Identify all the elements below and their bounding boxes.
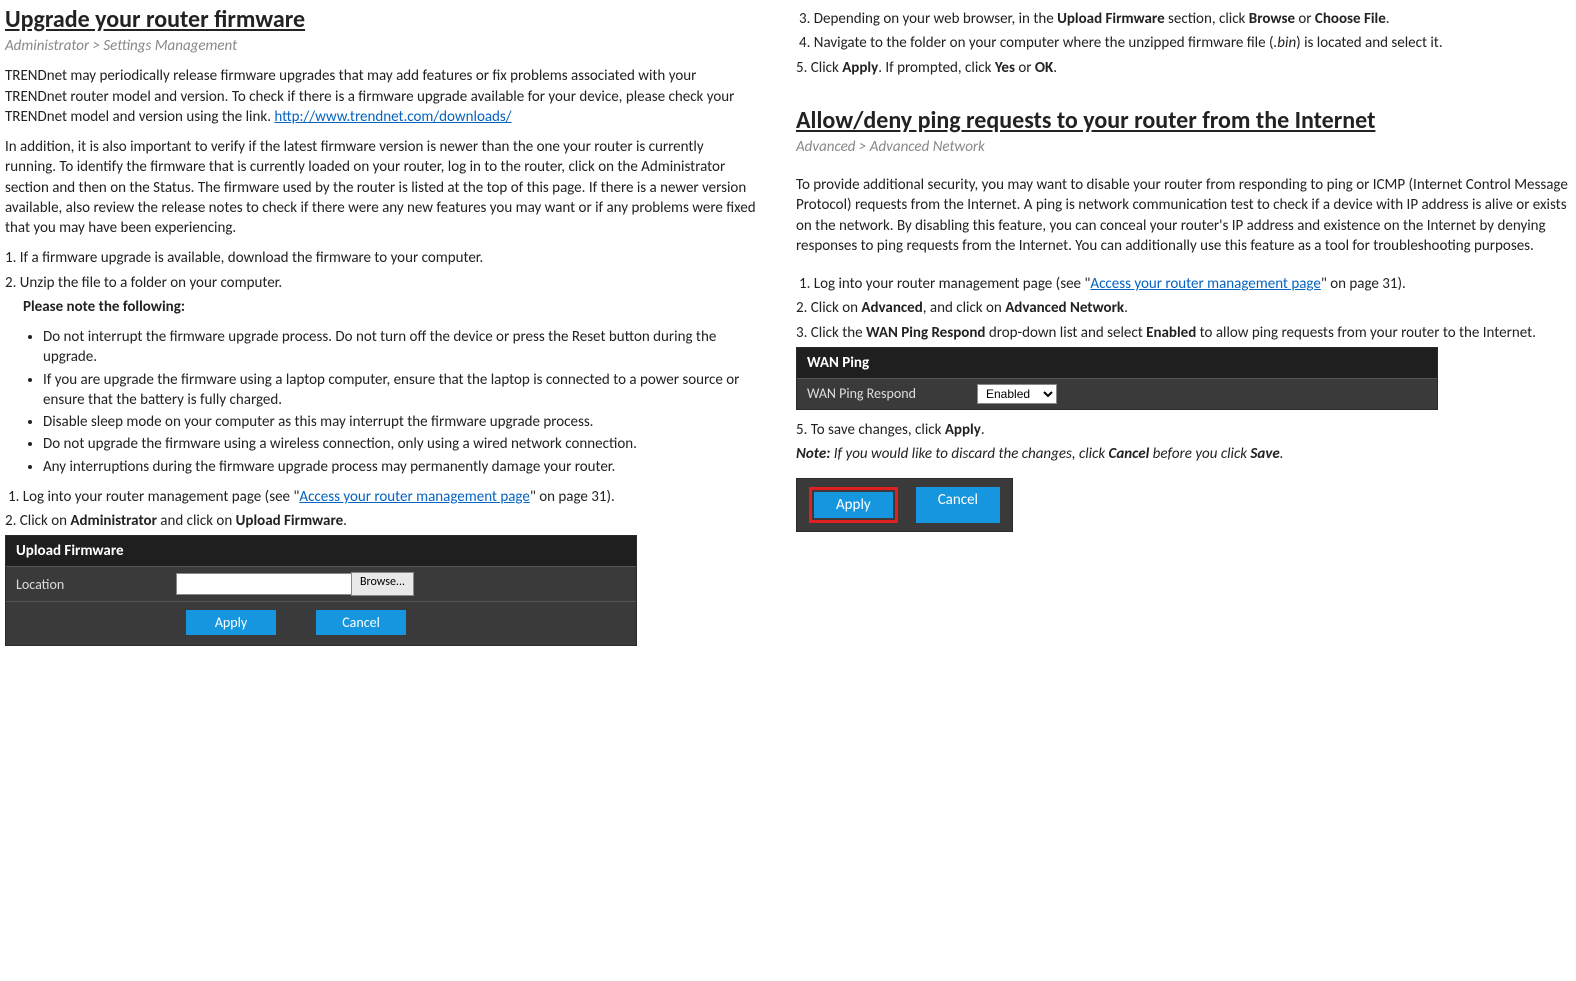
access-page-link[interactable]: Access your router management page xyxy=(299,488,529,506)
apply-button[interactable]: Apply xyxy=(186,610,276,635)
upload-firmware-panel: Upload Firmware Location Browse... Apply… xyxy=(5,535,637,646)
note-bullet: If you are upgrade the firmware using a … xyxy=(43,370,758,411)
browse-button[interactable]: Browse... xyxy=(351,572,414,596)
location-row: Location Browse... xyxy=(6,566,636,601)
panel-title: Upload Firmware xyxy=(6,536,636,566)
left-column: Upgrade your router firmware Administrat… xyxy=(0,0,788,666)
wan-ping-label: WAN Ping Respond xyxy=(807,385,977,402)
step-5: 5. Click Apply. If prompted, click Yes o… xyxy=(796,58,1568,78)
note-heading: Please note the following: xyxy=(23,297,758,317)
ping-step-5: 5. To save changes, click Apply. xyxy=(796,420,1568,440)
intro-paragraph-1: TRENDnet may periodically release firmwa… xyxy=(5,66,758,127)
step-4: 4. Navigate to the folder on your comput… xyxy=(796,33,1568,53)
note-bullet-list: Do not interrupt the firmware upgrade pr… xyxy=(43,327,758,477)
location-input[interactable] xyxy=(176,573,352,595)
panel-button-row: Apply Cancel xyxy=(6,601,636,645)
wan-ping-row: WAN Ping Respond Enabled xyxy=(797,378,1437,409)
breadcrumb: Administrator > Settings Management xyxy=(5,36,758,56)
ping-step-1: 1. Log into your router management page … xyxy=(796,274,1568,294)
section-title: Upgrade your router firmware xyxy=(5,5,758,34)
note-bullet: Do not upgrade the firmware using a wire… xyxy=(43,434,758,454)
note-bullet: Disable sleep mode on your computer as t… xyxy=(43,412,758,432)
note-bullet: Any interruptions during the firmware up… xyxy=(43,457,758,477)
step-2: 2. Unzip the file to a folder on your co… xyxy=(5,273,758,293)
note-line: Note: If you would like to discard the c… xyxy=(796,444,1568,464)
cancel-button[interactable]: Cancel xyxy=(316,610,406,635)
step-1: 1. If a firmware upgrade is available, d… xyxy=(5,248,758,268)
breadcrumb-2: Advanced > Advanced Network xyxy=(796,137,1568,157)
intro-paragraph-2: In addition, it is also important to ver… xyxy=(5,137,758,238)
ping-paragraph: To provide additional security, you may … xyxy=(796,175,1568,256)
location-label: Location xyxy=(16,576,176,593)
wan-ping-select[interactable]: Enabled xyxy=(977,384,1057,404)
ping-step-3: 3. Click the WAN Ping Respond drop-down … xyxy=(796,323,1568,343)
right-column: 3. Depending on your web browser, in the… xyxy=(788,0,1576,666)
apply-button-2[interactable]: Apply xyxy=(814,492,893,518)
step-3: 3. Depending on your web browser, in the… xyxy=(796,9,1568,29)
cancel-button-2[interactable]: Cancel xyxy=(916,487,1000,523)
apply-highlight: Apply xyxy=(809,487,898,523)
section-title-2: Allow/deny ping requests to your router … xyxy=(796,106,1568,135)
access-page-link-2[interactable]: Access your router management page xyxy=(1090,275,1320,293)
ping-step-2: 2. Click on Advanced, and click on Advan… xyxy=(796,298,1568,318)
downloads-link[interactable]: http://www.trendnet.com/downloads/ xyxy=(274,108,511,126)
login-step: 1. Log into your router management page … xyxy=(5,487,758,507)
note-bullet: Do not interrupt the firmware upgrade pr… xyxy=(43,327,758,368)
click-admin-step: 2. Click on Administrator and click on U… xyxy=(5,511,758,531)
apply-cancel-panel: Apply Cancel xyxy=(796,478,1013,532)
wan-ping-panel: WAN Ping WAN Ping Respond Enabled xyxy=(796,347,1438,410)
wan-ping-title: WAN Ping xyxy=(797,348,1437,378)
